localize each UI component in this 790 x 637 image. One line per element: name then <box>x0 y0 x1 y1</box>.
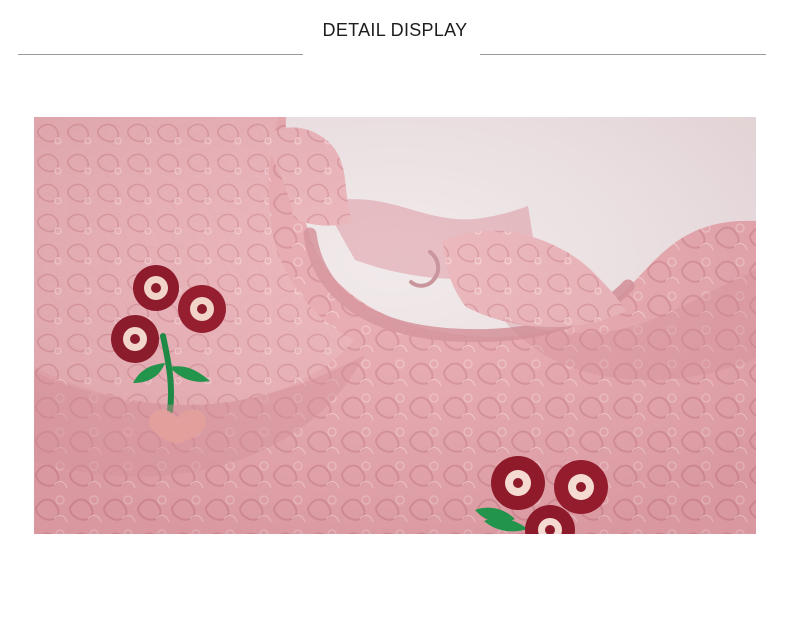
product-detail-photo <box>34 117 756 534</box>
left-divider-line <box>18 54 303 55</box>
section-title: DETAIL DISPLAY <box>322 20 468 40</box>
section-header: DETAIL DISPLAY <box>0 0 790 80</box>
lace-dress-illustration <box>34 117 756 534</box>
right-divider-line <box>480 54 766 55</box>
